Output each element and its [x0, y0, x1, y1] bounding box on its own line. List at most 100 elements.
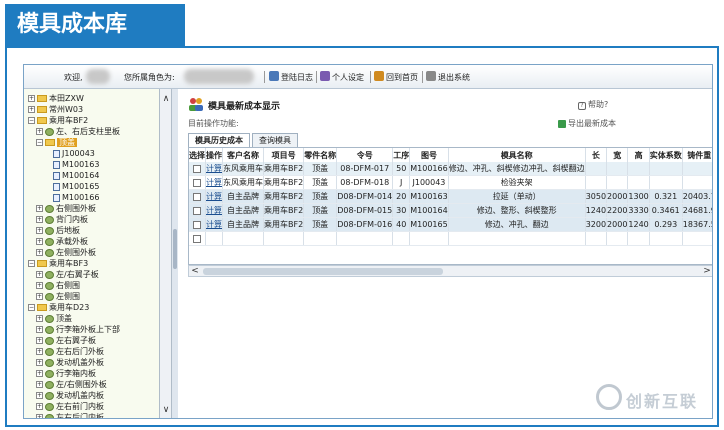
table-row[interactable]: 计算 东风乘用车 乘用车BF2 顶盖 08-DFM-017 50 M100166 修边、冲孔、…	[189, 162, 712, 176]
expander-icon[interactable]: −	[28, 117, 35, 124]
tree-node[interactable]: M100164	[44, 170, 99, 181]
grid-horizontal-scrollbar[interactable]: < >	[188, 265, 712, 277]
expander-icon[interactable]: −	[28, 260, 35, 267]
tree-node[interactable]: + 发动机盖内板	[36, 390, 104, 401]
export-link[interactable]: 导出最新成本	[558, 118, 616, 129]
tree-node[interactable]: + 左右后门内板	[36, 412, 104, 418]
table-row[interactable]: 计算 自主品牌 乘用车BF2 顶盖 D08-DFM-016 40 M100165 修边、冲孔、…	[189, 217, 712, 232]
calculate-link[interactable]: 计算	[206, 220, 222, 229]
row-checkbox[interactable]	[193, 178, 201, 187]
tree-node[interactable]: + 左侧围外板	[36, 247, 96, 258]
tree-node[interactable]: − 乘用车BF3	[28, 258, 88, 269]
tree-node[interactable]: + 左侧围	[36, 291, 80, 302]
tree-node[interactable]: − 乘用车BF2	[28, 115, 88, 126]
tree-node[interactable]: M100166	[44, 192, 99, 203]
expander-icon[interactable]: +	[36, 227, 43, 234]
tree-node-label: 左右后门外板	[56, 347, 104, 356]
scroll-left-icon[interactable]: <	[189, 266, 201, 276]
scroll-right-icon[interactable]: >	[701, 266, 712, 276]
tree-node[interactable]: + 发动机盖外板	[36, 357, 104, 368]
tree-node[interactable]: + 本田ZXW	[28, 93, 84, 104]
expander-icon[interactable]: +	[36, 403, 43, 410]
tree-node[interactable]: + 行李箱内板	[36, 368, 96, 379]
cell-h: 3330	[627, 203, 650, 218]
row-checkbox[interactable]	[193, 234, 201, 243]
expander-icon[interactable]: +	[28, 95, 35, 102]
calculate-link[interactable]: 计算	[206, 192, 222, 201]
select-cell	[189, 231, 206, 246]
tree-node-label: M100163	[62, 160, 100, 169]
row-checkbox[interactable]	[193, 206, 201, 215]
expander-icon[interactable]: +	[36, 282, 43, 289]
tree-node[interactable]: − 乘用车D23	[28, 302, 89, 313]
table-row[interactable]: 计算 东风乘用车 乘用车BF2 顶盖 08-DFM-018 J J100043 检验夹架	[189, 175, 712, 190]
tree-node[interactable]: + 顶盖	[36, 313, 72, 324]
tree-node[interactable]: + 右侧围	[36, 280, 80, 291]
cell-customer: 东风乘用车	[222, 175, 264, 190]
table-row[interactable]: 计算 自主品牌 乘用车BF2 顶盖 D08-DFM-015 30 M100164 修边、整形、…	[189, 203, 712, 218]
row-checkbox[interactable]	[193, 192, 201, 201]
panel-header: 模具最新成本显示 ? 帮助?	[178, 93, 712, 115]
tree-node[interactable]: + 右侧围外板	[36, 203, 96, 214]
expander-icon[interactable]: +	[36, 392, 43, 399]
expander-icon[interactable]: +	[36, 128, 43, 135]
home-link[interactable]: 回到首页	[386, 72, 418, 83]
watermark-logo: 创新互联	[596, 380, 716, 420]
cell-weight: 24681.9	[682, 203, 712, 218]
row-checkbox[interactable]	[193, 220, 201, 229]
tree-node[interactable]: + 行李箱外板上下部	[36, 324, 120, 335]
tree-node[interactable]: − 顶盖	[36, 137, 77, 148]
expander-icon[interactable]: +	[36, 326, 43, 333]
expander-icon[interactable]: +	[28, 106, 35, 113]
expander-icon[interactable]: +	[36, 370, 43, 377]
personal-settings-link[interactable]: 个人设定	[332, 72, 364, 83]
splitter-handle[interactable]	[173, 229, 177, 269]
expander-icon[interactable]: +	[36, 249, 43, 256]
calculate-link[interactable]: 计算	[206, 206, 222, 215]
part-group-icon	[45, 281, 54, 290]
expander-icon[interactable]: +	[36, 315, 43, 322]
tree-node[interactable]: + 左右后门外板	[36, 346, 104, 357]
tree-node[interactable]: M100163	[44, 159, 99, 170]
expander-icon[interactable]: −	[28, 304, 35, 311]
expander-icon[interactable]: +	[36, 238, 43, 245]
scroll-thumb[interactable]	[203, 268, 443, 275]
cell-customer: 自主品牌	[222, 189, 264, 204]
login-log-link[interactable]: 登陆日志	[281, 72, 313, 83]
tree-node[interactable]: J100043	[44, 148, 95, 159]
table-row[interactable]: 计算 自主品牌 乘用车BF2 顶盖 D08-DFM-014 20 M100163 拉延（单动）…	[189, 189, 712, 204]
scroll-up-icon[interactable]: ∧	[160, 93, 172, 105]
tree-node[interactable]: + 承载外板	[36, 236, 88, 247]
tree-scrollbar[interactable]: ∧ ∨	[160, 89, 172, 418]
tree-node[interactable]: + 左/右翼子板	[36, 269, 99, 280]
tree-node[interactable]: + 左/右侧围外板	[36, 379, 107, 390]
expander-icon[interactable]: +	[36, 381, 43, 388]
expander-icon[interactable]: +	[36, 414, 43, 418]
expander-icon[interactable]: +	[36, 216, 43, 223]
tree-node[interactable]: + 背门内板	[36, 214, 88, 225]
expander-icon[interactable]: −	[36, 139, 43, 146]
tree-node[interactable]: + 左、右后支柱里板	[36, 126, 120, 137]
logout-link[interactable]: 退出系统	[438, 72, 470, 83]
help-link[interactable]: ? 帮助?	[578, 99, 608, 110]
tree-node[interactable]: + 后地板	[36, 225, 80, 236]
row-checkbox[interactable]	[193, 164, 201, 173]
tree-node[interactable]: + 左右前门内板	[36, 401, 104, 412]
expander-icon[interactable]: +	[36, 293, 43, 300]
tree-node[interactable]: + 常州W03	[28, 104, 83, 115]
tab-history-cost[interactable]: 模具历史成本	[188, 133, 250, 147]
tree-node[interactable]: + 左右翼子板	[36, 335, 96, 346]
expander-icon[interactable]: +	[36, 348, 43, 355]
expander-icon[interactable]: +	[36, 359, 43, 366]
operation-label: 目前操作功能:	[188, 119, 239, 128]
expander-icon[interactable]: +	[36, 205, 43, 212]
calculate-link[interactable]: 计算	[206, 164, 222, 173]
cell-h: 1240	[627, 217, 650, 232]
expander-icon[interactable]: +	[36, 337, 43, 344]
expander-icon[interactable]: +	[36, 271, 43, 278]
calculate-link[interactable]: 计算	[206, 178, 222, 187]
tree-node[interactable]: M100165	[44, 181, 99, 192]
tab-query-mold[interactable]: 查询模具	[252, 133, 298, 147]
scroll-down-icon[interactable]: ∨	[160, 404, 172, 416]
tree-node-label: 背门内板	[56, 215, 88, 224]
